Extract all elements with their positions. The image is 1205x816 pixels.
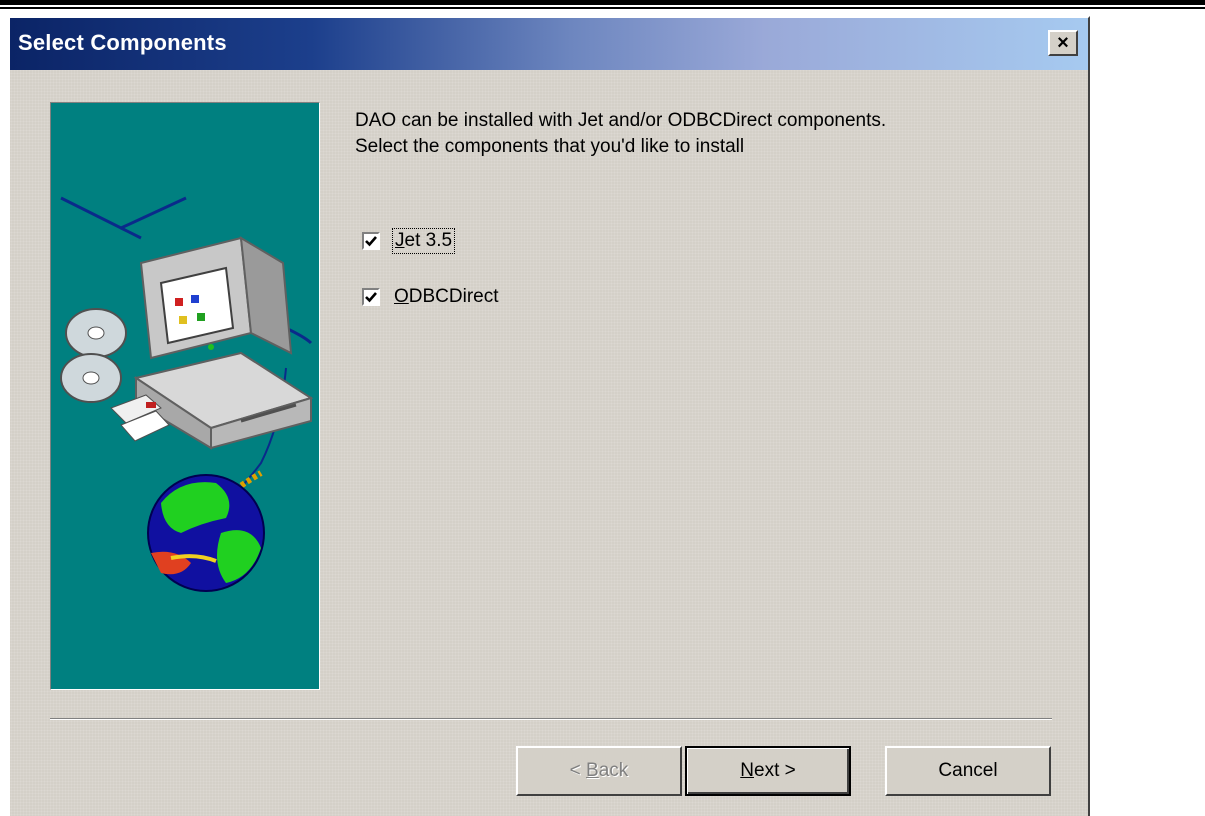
odbcdirect-label-text: DBCDirect bbox=[408, 286, 499, 307]
next-mnemonic: N bbox=[740, 760, 754, 781]
next-label-text: ext > bbox=[754, 760, 796, 781]
illustration-art bbox=[60, 196, 314, 592]
close-button[interactable]: × bbox=[1048, 30, 1078, 56]
jet-mnemonic: J bbox=[395, 230, 405, 251]
odbcdirect-checkbox-row[interactable]: ODBCDirect bbox=[362, 286, 499, 308]
top-rule bbox=[0, 0, 1205, 5]
instruction-text: DAO can be installed with Jet and/or ODB… bbox=[355, 108, 1055, 160]
cancel-label: Cancel bbox=[938, 760, 998, 781]
odbcdirect-checkbox[interactable] bbox=[362, 288, 380, 306]
jet-checkbox-row[interactable]: Jet 3.5 bbox=[362, 228, 456, 254]
jet-label[interactable]: Jet 3.5 bbox=[391, 228, 456, 254]
computer-globe-illustration bbox=[50, 102, 320, 690]
odbcdirect-label[interactable]: ODBCDirect bbox=[394, 286, 499, 308]
back-mnemonic: B bbox=[586, 760, 599, 781]
button-separator bbox=[50, 718, 1052, 720]
back-label-text: ack bbox=[598, 760, 629, 781]
odbcdirect-mnemonic: O bbox=[394, 286, 409, 307]
instruction-line-2: Select the components that you'd like to… bbox=[355, 136, 745, 157]
close-icon: × bbox=[1057, 32, 1069, 54]
jet-checkbox[interactable] bbox=[362, 232, 380, 250]
next-button[interactable]: Next > bbox=[685, 746, 851, 796]
instruction-line-1: DAO can be installed with Jet and/or ODB… bbox=[355, 110, 887, 131]
top-rule-thin bbox=[0, 7, 1205, 9]
dialog-title: Select Components bbox=[18, 30, 227, 55]
select-components-dialog: Select Components × DAO can be installed… bbox=[8, 16, 1090, 816]
back-prefix: < bbox=[569, 760, 587, 781]
title-bar[interactable]: Select Components × bbox=[10, 18, 1088, 70]
background-area bbox=[1090, 9, 1205, 816]
checkmark-icon bbox=[365, 236, 377, 247]
cancel-button[interactable]: Cancel bbox=[885, 746, 1051, 796]
back-button[interactable]: < Back bbox=[516, 746, 682, 796]
jet-label-text: et 3.5 bbox=[404, 230, 453, 251]
checkmark-icon bbox=[365, 292, 377, 303]
